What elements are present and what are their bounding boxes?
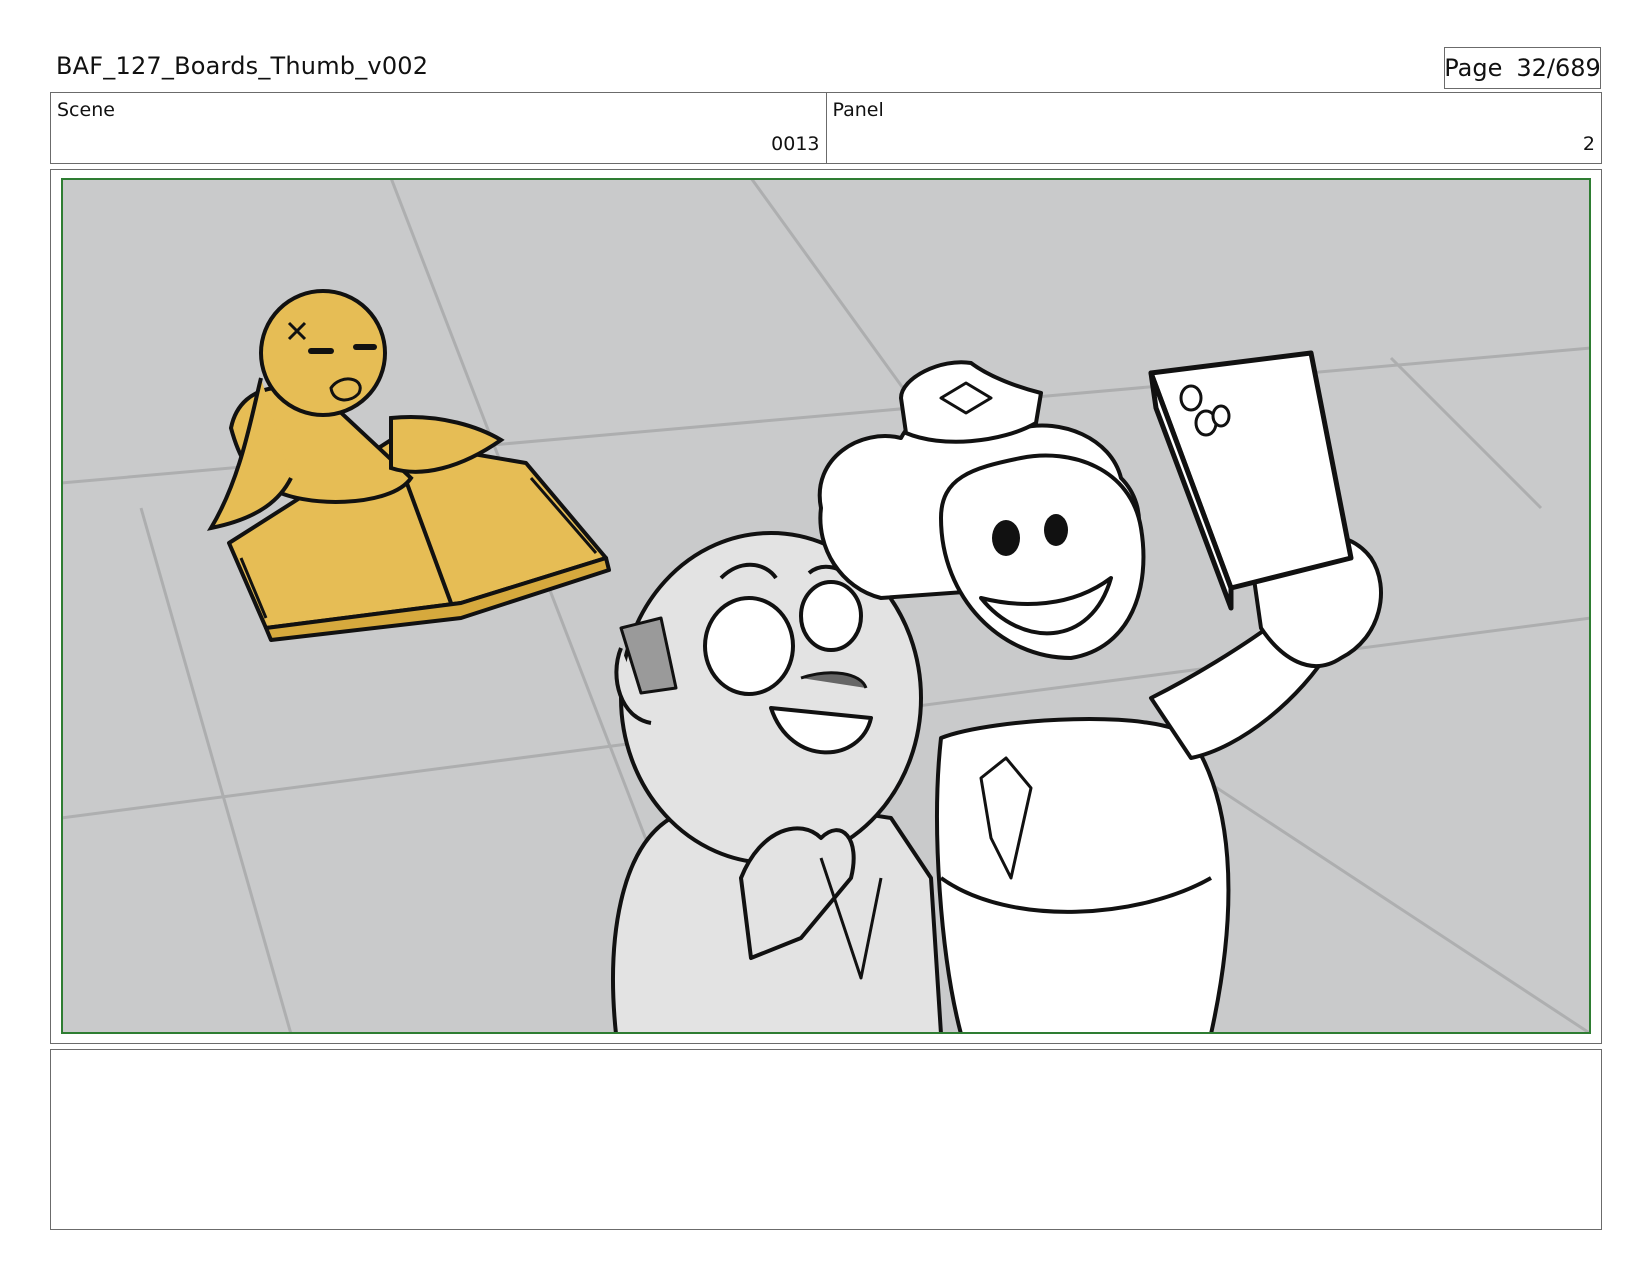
scene-label: Scene bbox=[57, 99, 115, 121]
scene-value: 0013 bbox=[771, 133, 820, 155]
panel-artwork bbox=[61, 178, 1591, 1034]
bald-man-character bbox=[611, 531, 943, 1034]
header-table: Scene 0013 Panel 2 bbox=[50, 92, 1602, 164]
notes-box bbox=[50, 1049, 1602, 1230]
page-number: 32/689 bbox=[1516, 54, 1601, 82]
panel-label: Panel bbox=[832, 99, 884, 121]
page-indicator: Page 32/689 bbox=[1444, 47, 1601, 89]
page-label: Page bbox=[1444, 54, 1503, 82]
storyboard-panel bbox=[50, 169, 1602, 1044]
notes-text bbox=[51, 1050, 1601, 1070]
panel-value: 2 bbox=[1582, 133, 1595, 155]
panel-cell: Panel 2 bbox=[825, 93, 1602, 163]
scene-cell: Scene 0013 bbox=[51, 93, 826, 163]
document-title: BAF_127_Boards_Thumb_v002 bbox=[56, 52, 429, 80]
